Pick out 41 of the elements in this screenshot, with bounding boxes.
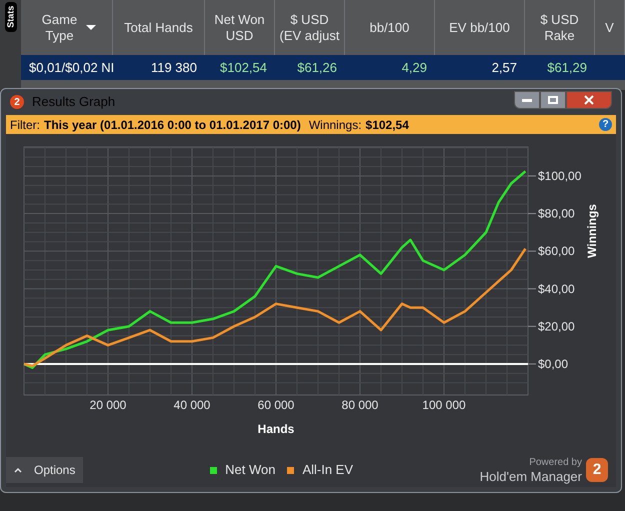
table-cell-text: $102,54 [219, 58, 268, 77]
filter-label: Filter: [10, 116, 40, 134]
maximize-button[interactable] [540, 91, 566, 109]
table-cell-text: $0,01/$0,02 NI [28, 58, 113, 77]
minimize-button[interactable] [514, 91, 540, 109]
close-button[interactable] [566, 91, 612, 109]
chevron-up-icon [14, 467, 22, 473]
y-tick-label: $80,00 [538, 206, 575, 221]
legend-label: All-In EV [302, 461, 354, 480]
stats-tab[interactable]: Stats [4, 2, 16, 32]
x-tick-label: 20 000 [90, 398, 126, 412]
winnings-value: $102,54 [366, 116, 410, 134]
y-tick-label: $40,00 [538, 282, 575, 296]
y-tick-label: $60,00 [538, 244, 575, 258]
x-tick-label: 100 000 [422, 398, 466, 412]
brand-logo: 2 [586, 458, 608, 482]
window-title: Results Graph [32, 93, 116, 112]
table-cell-text: 119 380 [150, 58, 198, 77]
close-icon [584, 95, 594, 105]
help-button[interactable]: ? [599, 118, 612, 131]
y-tick-label: $20,00 [538, 319, 575, 334]
x-tick-label: 80 000 [342, 398, 378, 412]
brand-name: Hold'em Manager [480, 470, 582, 484]
table-cell-text: 2,57 [490, 58, 518, 77]
table-cell-text: $61,29 [546, 58, 588, 77]
y-axis-title: Winnings [585, 204, 599, 258]
powered-by-text: Powered by [529, 456, 582, 470]
x-tick-label: 40 000 [174, 398, 210, 412]
x-tick-label: 60 000 [258, 398, 294, 412]
dropdown-caret-icon[interactable] [86, 25, 96, 30]
x-axis-title: Hands [258, 422, 294, 436]
filter-value: This year (01.01.2016 0:00 to 01.01.2017 0:00) [44, 116, 301, 134]
table-row[interactable]: $0,01/$0,02 NI 119 380 $102,54 $61,26 4,29 2,57 $61,29 [21, 55, 625, 80]
table-cell-text: $61,26 [296, 58, 338, 77]
winnings-label: Winnings: [308, 116, 362, 134]
logo-badge: 2 [10, 95, 24, 109]
y-tick-label: $100,00 [538, 168, 582, 183]
y-tick-label: $0,00 [538, 356, 568, 371]
legend-label: Net Won [225, 461, 276, 480]
options-button[interactable]: Options [6, 457, 84, 483]
table-cell-text: 4,29 [400, 58, 428, 77]
